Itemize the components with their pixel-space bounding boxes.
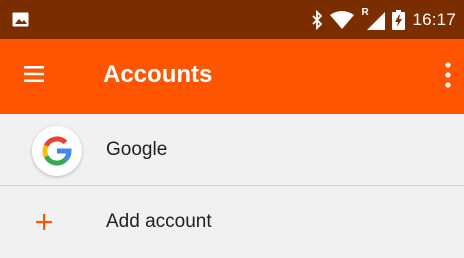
status-bar: R 16:17	[0, 0, 464, 39]
cellular-signal: R	[361, 7, 386, 30]
battery-charging-icon	[392, 10, 406, 30]
cellular-roaming-icon	[367, 12, 386, 30]
status-time: 16:17	[412, 10, 456, 29]
account-item-google[interactable]: Google	[0, 114, 464, 186]
wifi-icon	[330, 11, 355, 29]
app-bar: Accounts	[0, 39, 464, 114]
add-account-button[interactable]: Add account	[0, 186, 464, 258]
accounts-list: Google Add account	[0, 114, 464, 258]
menu-icon[interactable]	[24, 66, 44, 82]
google-g-icon	[42, 136, 72, 166]
google-logo-icon	[32, 126, 82, 176]
bluetooth-icon	[312, 10, 323, 30]
account-label: Google	[106, 139, 168, 160]
image-icon	[12, 12, 29, 27]
add-account-label: Add account	[106, 211, 212, 232]
page-title: Accounts	[103, 61, 213, 88]
more-options-icon[interactable]	[444, 60, 452, 90]
plus-icon	[36, 214, 52, 230]
status-icons: R 16:17	[311, 7, 456, 32]
